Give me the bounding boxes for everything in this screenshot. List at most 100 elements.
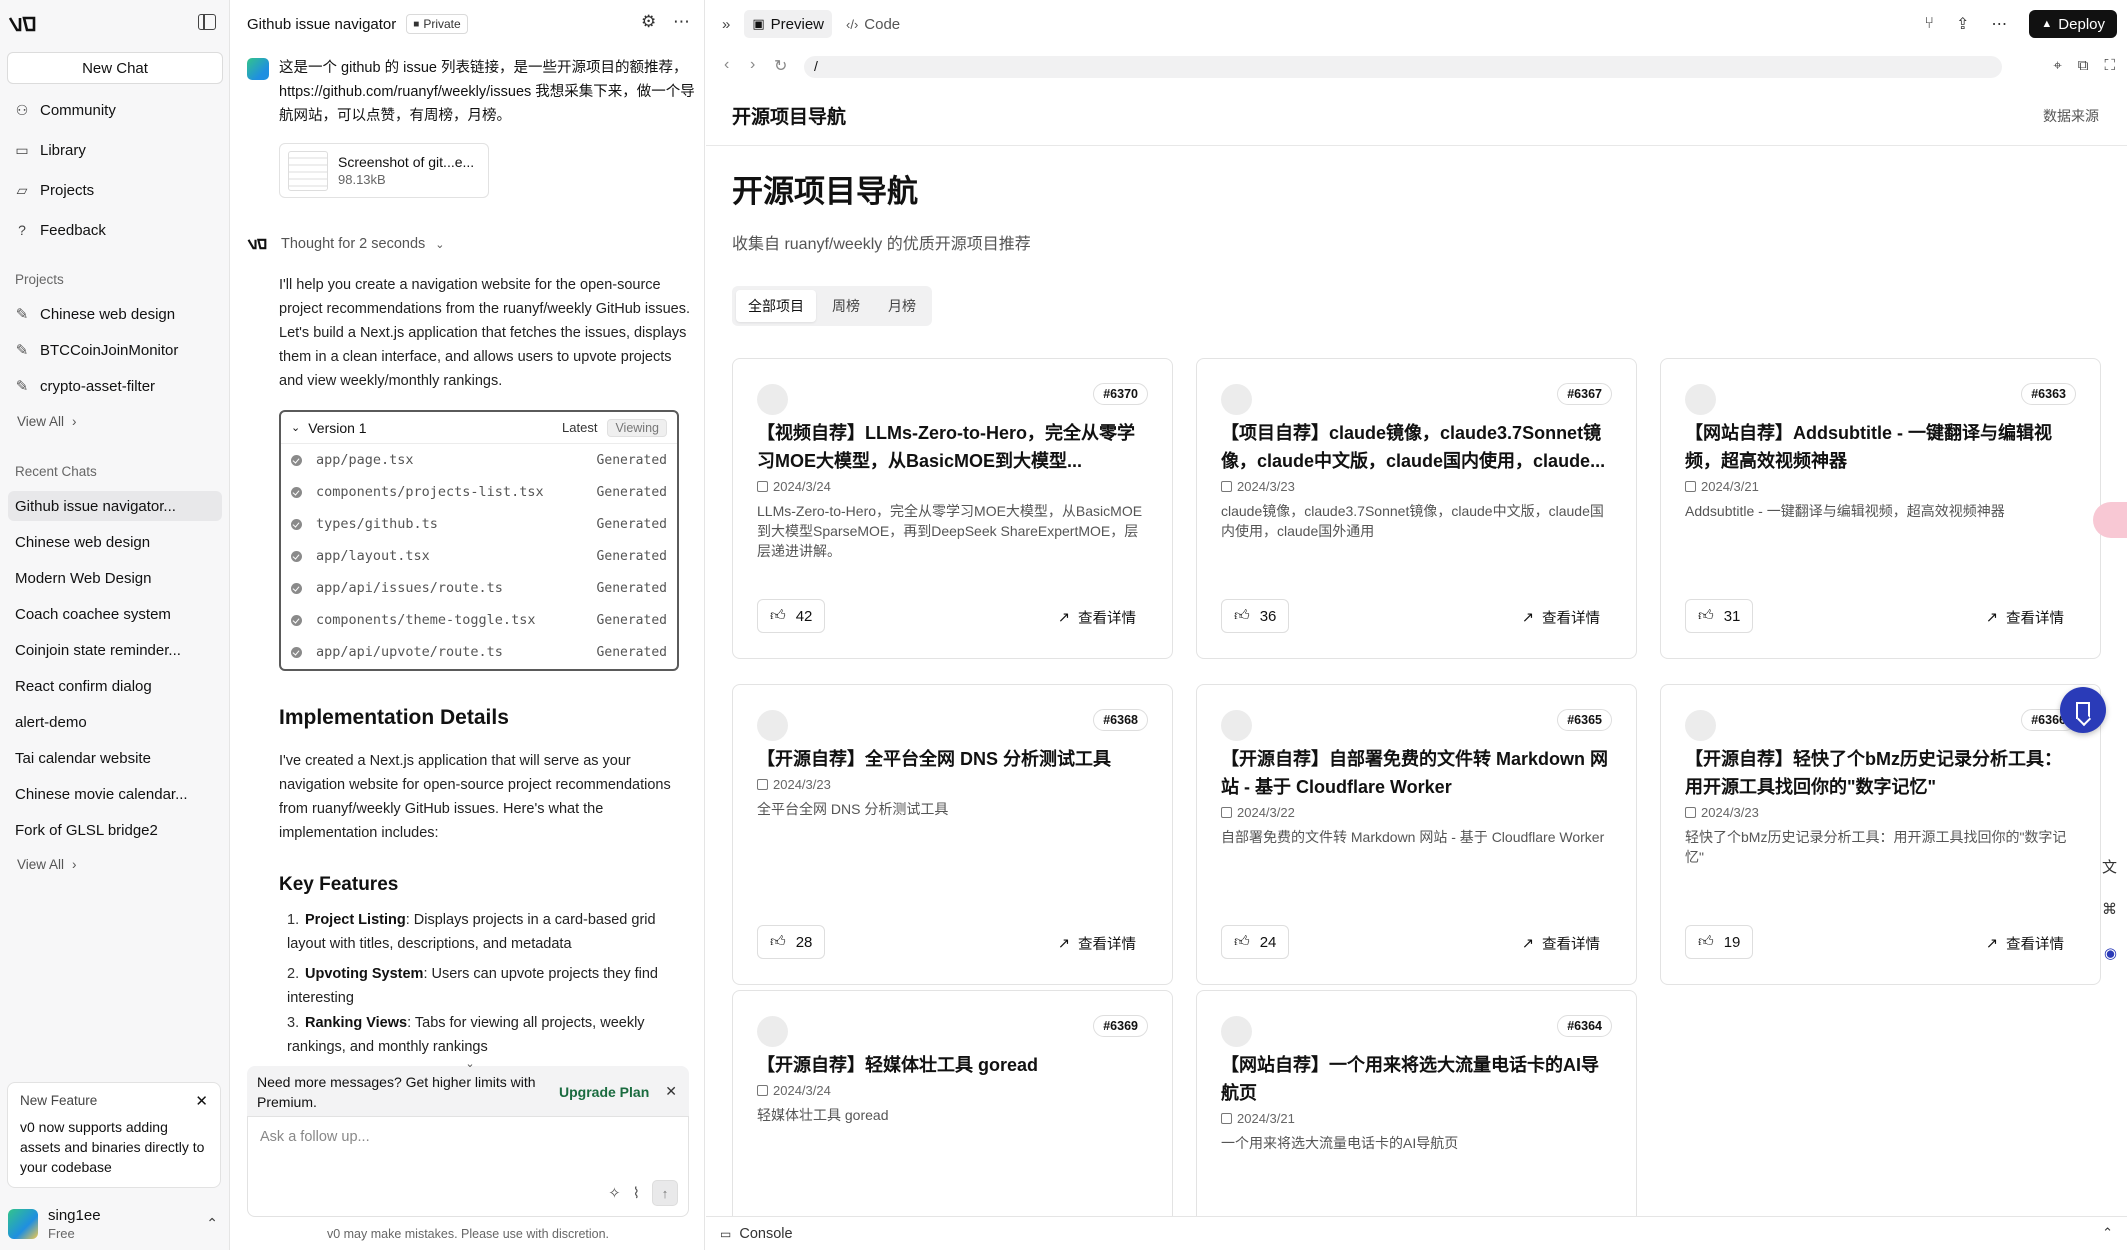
translate-extension-tab[interactable]	[2093, 502, 2127, 538]
deploy-button[interactable]: ▲ Deploy	[2029, 10, 2117, 38]
user-menu[interactable]: sing1ee Free ⌃	[8, 1205, 222, 1243]
project-title[interactable]: 【开源自荐】自部署免费的文件转 Markdown 网站 - 基于 Cloudfl…	[1221, 745, 1611, 801]
data-source-link[interactable]: 数据来源	[2043, 106, 2099, 126]
recent-view-all-link[interactable]: View All ›	[17, 857, 77, 872]
sidebar-item-library[interactable]: ▭ Library	[14, 138, 85, 162]
project-title[interactable]: 【开源自荐】轻媒体壮工具 goread	[757, 1051, 1147, 1079]
sidebar-item-community[interactable]: ⚇ Community	[14, 98, 116, 122]
sidebar-project-item[interactable]: ✎ crypto-asset-filter	[14, 377, 155, 396]
recent-chat-item[interactable]: Chinese web design	[8, 527, 222, 557]
project-card[interactable]: #6368 【开源自荐】全平台全网 DNS 分析测试工具 2024/3/23 全…	[732, 684, 1173, 985]
site-logo[interactable]: 开源项目导航	[732, 102, 846, 129]
upvote-button[interactable]: 👍︎ 24	[1221, 925, 1290, 959]
url-input[interactable]: /	[804, 56, 2002, 78]
project-title[interactable]: 【开源自荐】全平台全网 DNS 分析测试工具	[757, 745, 1147, 773]
v0-logo-icon[interactable]	[8, 14, 42, 34]
fullscreen-icon[interactable]: ⛶	[2104, 57, 2115, 74]
upvote-button[interactable]: 👍︎ 36	[1221, 599, 1290, 633]
upgrade-plan-link[interactable]: Upgrade Plan	[559, 1082, 649, 1102]
recent-chat-item[interactable]: Fork of GLSL bridge2	[8, 815, 222, 845]
share-icon[interactable]: ⇪	[1956, 14, 1969, 34]
more-icon[interactable]: ⋯	[673, 12, 690, 32]
recent-chat-item[interactable]: Tai calendar website	[8, 743, 222, 773]
view-detail-link[interactable]: ↗ 查看详情	[1522, 933, 1600, 954]
view-detail-link[interactable]: ↗ 查看详情	[1058, 607, 1136, 628]
git-branch-icon[interactable]: ⑂	[1924, 15, 1934, 33]
forward-icon[interactable]: ›	[750, 56, 755, 74]
project-card[interactable]: #6365 【开源自荐】自部署免费的文件转 Markdown 网站 - 基于 C…	[1196, 684, 1637, 985]
gear-icon[interactable]: ⚙	[641, 12, 656, 32]
project-title[interactable]: 【开源自荐】轻快了个bMz历史记录分析工具：用开源工具找回你的"数字记忆"	[1685, 745, 2075, 801]
open-external-icon[interactable]: ⧉	[2078, 57, 2089, 74]
privacy-badge[interactable]: ■ Private	[406, 14, 468, 34]
recent-chat-item[interactable]: Modern Web Design	[8, 563, 222, 593]
sidebar-item-feedback[interactable]: ? Feedback	[14, 218, 106, 242]
project-title[interactable]: 【项目自荐】claude镜像，claude3.7Sonnet镜像，claude中…	[1221, 419, 1611, 475]
recent-chat-item[interactable]: Github issue navigator...	[8, 491, 222, 521]
sidebar-project-item[interactable]: ✎ Chinese web design	[14, 305, 175, 324]
close-icon[interactable]: ✕	[195, 1092, 208, 1110]
paperclip-icon[interactable]: ⌇	[633, 1184, 640, 1202]
sidebar-item-projects[interactable]: ▱ Projects	[14, 178, 95, 202]
generated-file-row[interactable]: app/api/upvote/route.ts Generated	[281, 636, 677, 668]
translate-icon[interactable]: 文	[2102, 856, 2117, 877]
upvote-button[interactable]: 👍︎ 31	[1685, 599, 1754, 633]
generated-file-row[interactable]: types/github.ts Generated	[281, 508, 677, 540]
tab-preview[interactable]: ▣ Preview	[744, 10, 832, 38]
project-title[interactable]: 【视频自荐】LLMs-Zero-to-Hero，完全从零学习MOE大模型，从Ba…	[757, 419, 1147, 475]
upvote-button[interactable]: 👍︎ 42	[757, 599, 826, 633]
generated-file-row[interactable]: app/api/issues/route.ts Generated	[281, 572, 677, 604]
version-header[interactable]: ⌄ Version 1 Latest Viewing	[281, 412, 677, 444]
sparkle-icon[interactable]: ✧	[608, 1184, 621, 1202]
generated-file-row[interactable]: components/theme-toggle.tsx Generated	[281, 604, 677, 636]
generated-file-row[interactable]: components/projects-list.tsx Generated	[281, 476, 677, 508]
tab-monthly[interactable]: 月榜	[876, 290, 928, 322]
project-card[interactable]: #6366 【开源自荐】轻快了个bMz历史记录分析工具：用开源工具找回你的"数字…	[1660, 684, 2101, 985]
projects-view-all-link[interactable]: View All ›	[17, 414, 77, 429]
generated-file-row[interactable]: app/layout.tsx Generated	[281, 540, 677, 572]
project-title[interactable]: 【网站自荐】Addsubtitle - 一键翻译与编辑视频，超高效视频神器	[1685, 419, 2075, 475]
more-icon[interactable]: ⋯	[1991, 14, 2007, 34]
view-detail-link[interactable]: ↗ 查看详情	[1058, 933, 1136, 954]
recent-chat-item[interactable]: Coach coachee system	[8, 599, 222, 629]
view-detail-link[interactable]: ↗ 查看详情	[1522, 607, 1600, 628]
new-chat-button[interactable]: New Chat	[7, 52, 223, 84]
back-icon[interactable]: ‹	[724, 56, 729, 74]
follow-up-input[interactable]: Ask a follow up... ✧ ⌇ ↑	[247, 1116, 689, 1217]
thought-toggle[interactable]: Thought for 2 seconds ⌄	[247, 236, 445, 252]
recent-chat-item[interactable]: alert-demo	[8, 707, 222, 737]
tab-weekly[interactable]: 周榜	[820, 290, 872, 322]
recent-chat-item[interactable]: React confirm dialog	[8, 671, 222, 701]
tab-all-projects[interactable]: 全部项目	[736, 290, 816, 322]
project-card[interactable]: #6369 【开源自荐】轻媒体壮工具 goread 2024/3/24 轻媒体壮…	[732, 990, 1173, 1216]
assistant-bot-icon[interactable]: ◉	[2104, 944, 2117, 962]
send-button[interactable]: ↑	[652, 1180, 678, 1206]
project-card[interactable]: #6370 【视频自荐】LLMs-Zero-to-Hero，完全从零学习MOE大…	[732, 358, 1173, 659]
collapse-icon[interactable]: »	[722, 16, 730, 33]
bookmark-fab[interactable]	[2060, 687, 2106, 733]
scroll-down-icon[interactable]: ⌄	[459, 1057, 481, 1073]
generated-file-row[interactable]: app/page.tsx Generated	[281, 444, 677, 476]
upvote-button[interactable]: 👍︎ 28	[757, 925, 826, 959]
version-card[interactable]: ⌄ Version 1 Latest Viewing app/page.tsx G…	[279, 410, 679, 671]
project-card[interactable]: #6364 【网站自荐】一个用来将选大流量电话卡的AI导航页 2024/3/21…	[1196, 990, 1637, 1216]
view-detail-link[interactable]: ↗ 查看详情	[1986, 933, 2064, 954]
chat-title[interactable]: Github issue navigator	[247, 16, 396, 33]
console-bar[interactable]: ▭ Console ⌃	[706, 1216, 2127, 1250]
chevron-up-icon[interactable]: ⌃	[2102, 1225, 2113, 1241]
refresh-icon[interactable]: ↻	[774, 56, 787, 76]
sidebar-project-item[interactable]: ✎ BTCCoinJoinMonitor	[14, 341, 179, 360]
project-card[interactable]: #6367 【项目自荐】claude镜像，claude3.7Sonnet镜像，c…	[1196, 358, 1637, 659]
view-detail-link[interactable]: ↗ 查看详情	[1986, 607, 2064, 628]
close-icon[interactable]: ✕	[665, 1081, 677, 1101]
project-title[interactable]: 【网站自荐】一个用来将选大流量电话卡的AI导航页	[1221, 1051, 1611, 1107]
apps-grid-icon[interactable]: ⌘	[2102, 900, 2117, 918]
recent-chat-item[interactable]: Coinjoin state reminder...	[8, 635, 222, 665]
pointer-select-icon[interactable]: ⌖	[2053, 57, 2061, 74]
tab-code[interactable]: ‹/› Code	[838, 10, 908, 38]
recent-chat-item[interactable]: Chinese movie calendar...	[8, 779, 222, 809]
upvote-button[interactable]: 👍︎ 19	[1685, 925, 1754, 959]
sidebar-toggle-icon[interactable]	[198, 14, 216, 30]
attachment-card[interactable]: Screenshot of git...e... 98.13kB	[279, 143, 489, 198]
project-card[interactable]: #6363 【网站自荐】Addsubtitle - 一键翻译与编辑视频，超高效视…	[1660, 358, 2101, 659]
